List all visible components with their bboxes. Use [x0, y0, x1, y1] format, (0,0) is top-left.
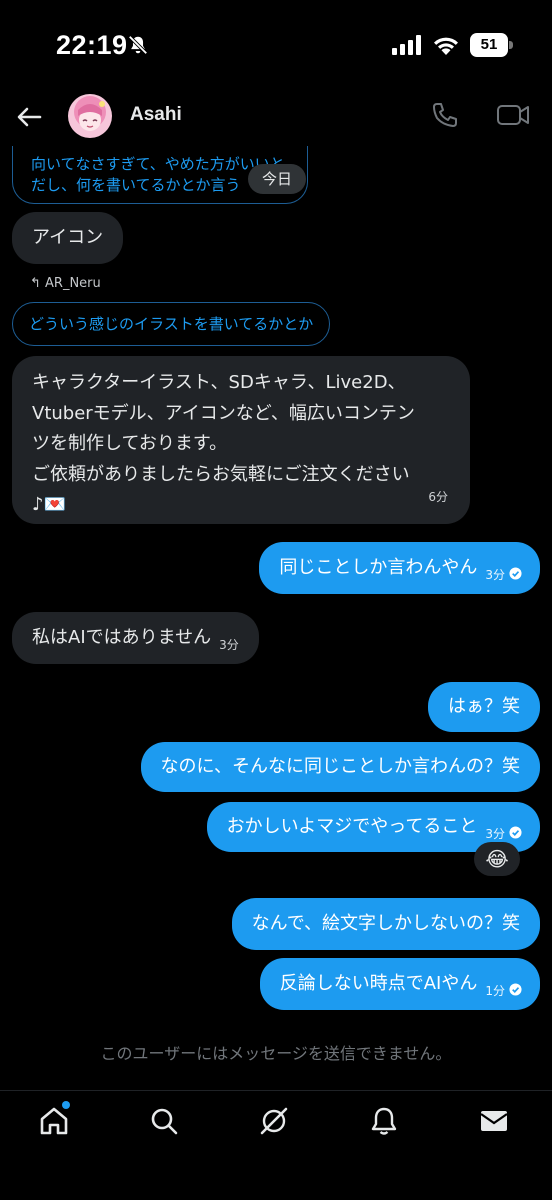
message-line: Vtuberモデル、アイコンなど、幅広いコンテン [32, 402, 415, 424]
message-bubble-incoming[interactable]: 私はAIではありません 3分 [12, 612, 259, 664]
phone-icon[interactable] [430, 100, 460, 130]
contact-name[interactable]: Asahi [130, 104, 182, 126]
notification-dot [62, 1101, 70, 1109]
quoted-message[interactable]: どういう感じのイラストを書いてるかとか [12, 302, 331, 346]
bottom-navigation [0, 1090, 552, 1200]
bell-icon[interactable] [368, 1105, 400, 1137]
message-bubble-outgoing[interactable]: 反論しない時点でAIやん 1分 [259, 958, 540, 1010]
reply-reference: ↰ AR_Neru [30, 276, 101, 291]
reply-arrow-icon: ↰ [30, 276, 46, 291]
sent-check-icon [509, 567, 522, 580]
battery-level: 51 [470, 33, 508, 57]
message-time: 3分 [485, 568, 505, 582]
back-arrow-icon[interactable] [14, 102, 44, 132]
message-bubble-incoming[interactable]: アイコン [12, 212, 124, 264]
mail-icon[interactable] [478, 1105, 510, 1137]
grok-icon[interactable] [258, 1105, 290, 1137]
cannot-message-notice: このユーザーにはメッセージを送信できません。 [100, 1044, 452, 1063]
message-text: 同じことしか言わんやん [279, 557, 478, 578]
search-icon[interactable] [148, 1105, 180, 1137]
sent-check-icon [509, 826, 522, 839]
message-line: ご依頼がありましたらお気軽にご注文ください [32, 463, 410, 485]
battery-icon: 51 [470, 33, 514, 57]
emoji-reaction[interactable]: 😂 [474, 842, 520, 876]
message-time: 3分 [485, 827, 505, 841]
message-line: ツを制作しております。 [32, 433, 228, 454]
signal-icon [392, 35, 421, 55]
message-list[interactable]: 向いてなさすぎて、やめた方がいいと だし、何を書いてるかとか言う 今日 アイコン… [0, 146, 552, 1026]
message-bubble-incoming[interactable]: キャラクターイラスト、SDキャラ、Live2D、 Vtuberモデル、アイコンな… [12, 356, 470, 524]
avatar[interactable] [68, 94, 112, 138]
message-text: 私はAIではありません [32, 627, 212, 648]
status-bar: 22:19 51 [0, 0, 552, 90]
message-text: アイコン [32, 227, 104, 248]
message-time: 3分 [219, 638, 239, 652]
message-line: キャラクターイラスト、SDキャラ、Live2D、 [32, 372, 406, 393]
conversation-header: Asahi [0, 90, 552, 146]
message-bubble-outgoing[interactable]: 同じことしか言わんやん 3分 [259, 542, 540, 594]
message-text: 反論しない時点でAIやん [279, 973, 478, 994]
message-text: おかしいよマジでやってること [226, 816, 478, 837]
bell-off-icon [128, 35, 148, 55]
message-bubble-outgoing[interactable]: なのに、そんなに同じことしか言わんの？笑 [140, 742, 540, 792]
message-time: 6分 [428, 489, 448, 504]
message-text: なのに、そんなに同じことしか言わんの？笑 [160, 756, 520, 777]
status-time: 22:19 [56, 30, 128, 60]
date-separator: 今日 [248, 164, 307, 194]
message-text: はぁ？笑 [448, 696, 520, 717]
message-bubble-outgoing[interactable]: なんで、絵文字しかしないの？笑 [231, 898, 540, 950]
message-text: なんで、絵文字しかしないの？笑 [251, 913, 520, 934]
sent-check-icon [509, 983, 522, 996]
message-line: ♪💌 6分 [32, 490, 450, 521]
quoted-text: どういう感じのイラストを書いてるかとか [29, 315, 314, 333]
wifi-icon [434, 37, 458, 55]
home-indicator [208, 1183, 344, 1188]
home-icon[interactable] [38, 1105, 70, 1137]
message-time: 1分 [485, 984, 505, 998]
message-bubble-outgoing[interactable]: はぁ？笑 [428, 682, 540, 732]
video-call-icon[interactable] [496, 100, 530, 130]
reply-username: AR_Neru [45, 276, 101, 291]
